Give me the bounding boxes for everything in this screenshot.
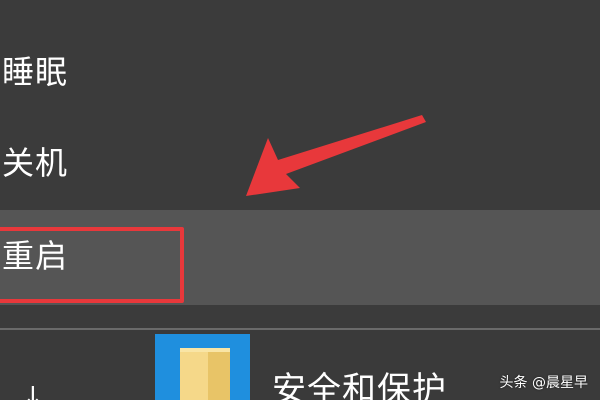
security-protection-label[interactable]: 安全和保护: [272, 362, 447, 400]
shutdown-label: 关机: [2, 144, 69, 182]
power-menu-screen: 睡眠 关机 重启 安全和保护 ↓ 头条 @晨星早: [0, 0, 600, 400]
folder-icon: [180, 348, 230, 400]
restart-menu-item[interactable]: 重启: [0, 210, 600, 305]
watermark: 头条 @晨星早: [499, 375, 588, 391]
sleep-label: 睡眠: [2, 53, 69, 91]
sleep-menu-item[interactable]: 睡眠: [0, 40, 600, 100]
restart-label: 重启: [2, 236, 69, 275]
shutdown-menu-item[interactable]: 关机: [0, 130, 600, 192]
down-arrow-icon: ↓: [22, 382, 44, 400]
